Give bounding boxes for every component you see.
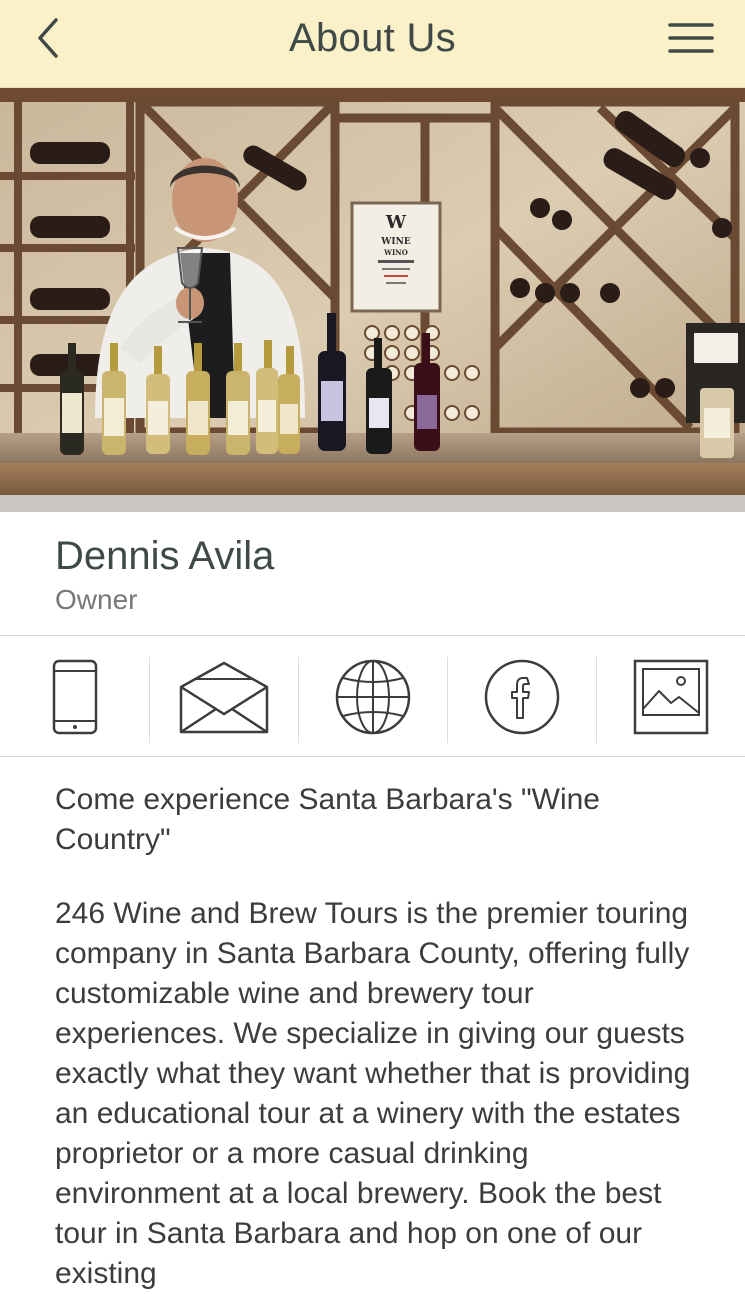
gallery-button[interactable] <box>596 637 745 756</box>
about-body: 246 Wine and Brew Tours is the premier t… <box>55 897 691 1290</box>
hero-image: W WINE WINO <box>0 88 745 512</box>
website-button[interactable] <box>298 637 447 756</box>
wine-cellar-photo: W WINE WINO <box>0 88 745 512</box>
profile-name: Dennis Avila <box>55 534 275 578</box>
email-button[interactable] <box>149 637 298 756</box>
facebook-icon <box>484 659 559 734</box>
sign-line3: WINO <box>383 248 408 257</box>
about-content: Come experience Santa Barbara's "Wine Co… <box>55 780 695 1294</box>
profile-section: Dennis Avila Owner <box>0 512 745 636</box>
contact-actions <box>0 637 745 757</box>
phone-icon <box>52 659 97 734</box>
hamburger-menu-icon[interactable] <box>668 20 714 56</box>
phone-button[interactable] <box>0 637 149 756</box>
about-heading: Come experience Santa Barbara's "Wine Co… <box>55 783 600 856</box>
page-title: About Us <box>289 16 456 60</box>
gallery-icon <box>633 659 708 734</box>
profile-role: Owner <box>55 584 138 615</box>
sign-line2: WINE <box>380 237 411 247</box>
facebook-button[interactable] <box>447 637 596 756</box>
app-header: About Us <box>0 0 745 88</box>
email-icon <box>179 661 268 733</box>
globe-icon <box>335 659 410 734</box>
sign-line1: W <box>385 212 407 233</box>
